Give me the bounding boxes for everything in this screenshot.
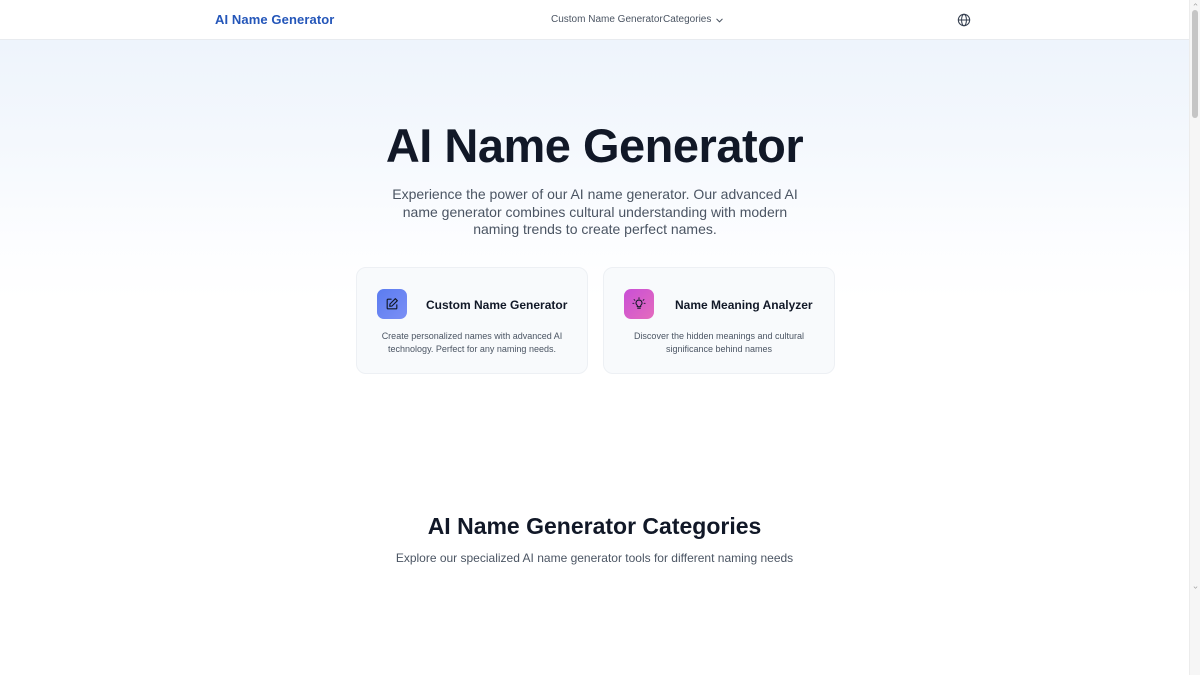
card-title: Custom Name Generator: [426, 298, 568, 312]
hero-description: Experience the power of our AI name gene…: [392, 186, 798, 237]
nav-categories-label: Categories: [663, 14, 712, 25]
card-description: Discover the hidden meanings and cultura…: [633, 331, 805, 354]
card-name-meaning-analyzer[interactable]: Name Meaning Analyzer Discover the hidde…: [603, 267, 835, 374]
hero-title: AI Name Generator: [385, 119, 804, 172]
lightbulb-icon: [632, 297, 646, 309]
scroll-up-arrow-icon[interactable]: [1193, 2, 1198, 7]
chevron-down-icon: [716, 18, 724, 22]
logo-link[interactable]: AI Name Generator: [215, 12, 334, 27]
nav-custom-name-generator[interactable]: Custom Name Generator: [551, 14, 663, 25]
categories-subtitle: Explore our specialized AI name generato…: [395, 551, 794, 565]
scrollbar-thumb[interactable]: [1192, 10, 1198, 118]
card-custom-name-generator[interactable]: Custom Name Generator Create personalize…: [356, 267, 588, 374]
nav-categories-dropdown[interactable]: Categories: [663, 14, 724, 25]
card-title: Name Meaning Analyzer: [675, 298, 813, 312]
card-description: Create personalized names with advanced …: [381, 331, 563, 354]
globe-icon[interactable]: [957, 13, 971, 27]
top-navbar: AI Name Generator Custom Name Generator …: [0, 0, 1189, 40]
card-icon-badge: [377, 289, 407, 319]
card-icon-badge: [624, 289, 654, 319]
edit-icon: [386, 298, 398, 310]
categories-title: AI Name Generator Categories: [427, 513, 762, 539]
vertical-scrollbar[interactable]: [1189, 0, 1200, 675]
scroll-down-arrow-icon[interactable]: [1193, 585, 1198, 590]
page: AI Name Generator Custom Name Generator …: [0, 0, 1189, 675]
